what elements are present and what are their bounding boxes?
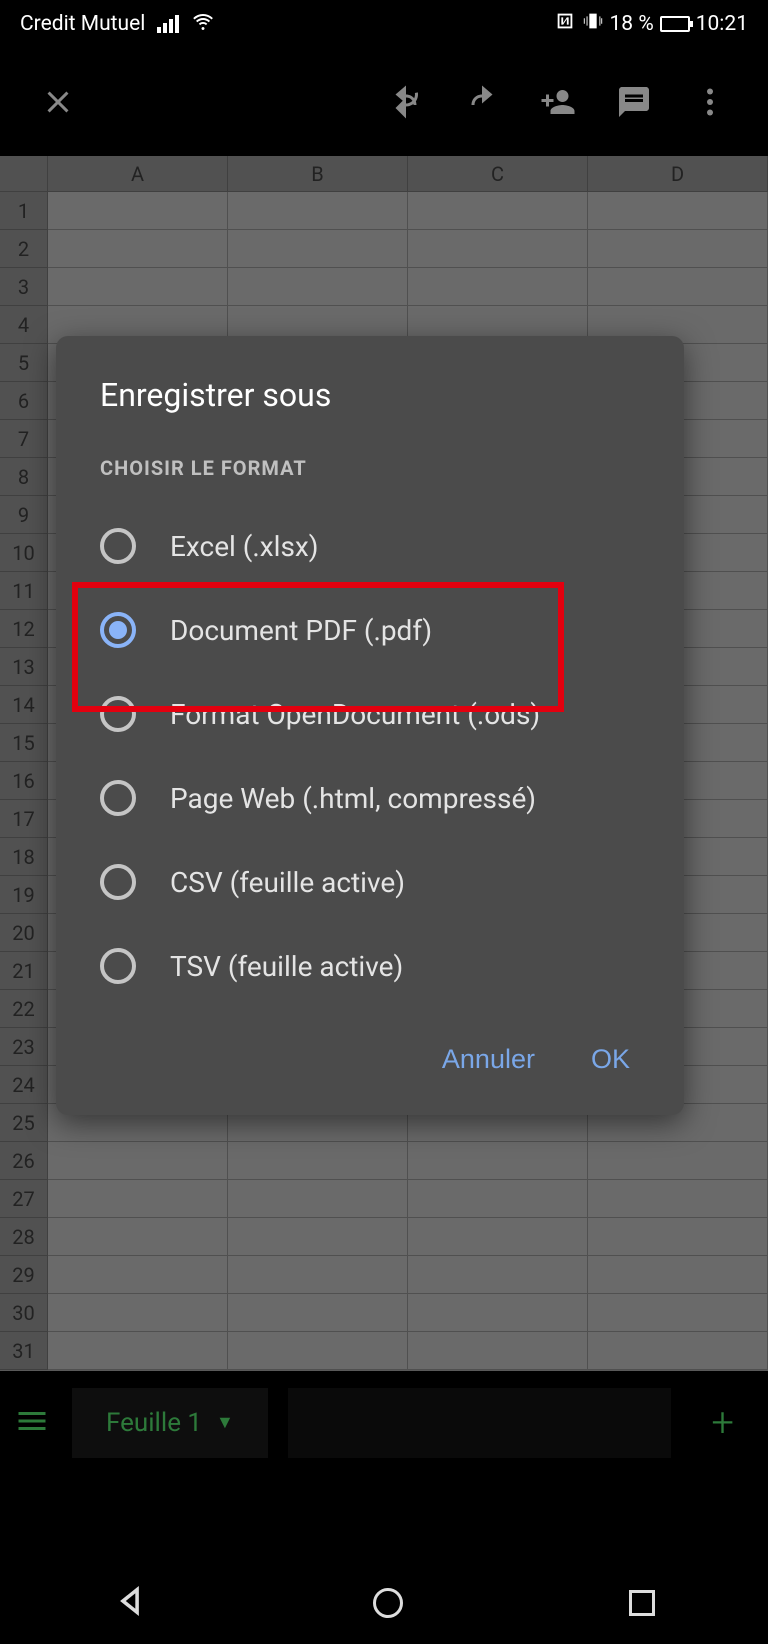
- option-label: Page Web (.html, compressé): [170, 782, 536, 815]
- sheet-tabs-bar: Feuille 1 ▼ +: [0, 1371, 768, 1474]
- radio-icon: [100, 528, 136, 564]
- format-option-csv[interactable]: CSV (feuille active): [56, 840, 684, 924]
- radio-icon: [100, 864, 136, 900]
- option-label: Format OpenDocument (.ods): [170, 698, 540, 731]
- carrier-label: Credit Mutuel: [20, 12, 145, 36]
- comment-button[interactable]: [600, 68, 668, 136]
- option-label: Excel (.xlsx): [170, 530, 319, 563]
- status-bar: Credit Mutuel 18 % 10:21: [0, 0, 768, 48]
- vibrate-icon: [582, 10, 604, 38]
- nav-home-button[interactable]: [373, 1588, 403, 1618]
- signal-icon: [157, 15, 179, 33]
- nfc-icon: [554, 10, 576, 38]
- status-right: 18 % 10:21: [554, 10, 749, 38]
- battery-icon: [660, 16, 690, 32]
- tab-strip: [288, 1388, 672, 1458]
- nav-recent-button[interactable]: [629, 1590, 655, 1616]
- system-nav-bar: [0, 1562, 768, 1644]
- option-label: Document PDF (.pdf): [170, 614, 432, 647]
- undo-button[interactable]: [372, 68, 440, 136]
- format-option-html[interactable]: Page Web (.html, compressé): [56, 756, 684, 840]
- status-left: Credit Mutuel: [20, 9, 215, 39]
- redo-button[interactable]: [448, 68, 516, 136]
- bottom-spacer: [0, 1474, 768, 1562]
- ok-button[interactable]: OK: [591, 1044, 630, 1075]
- wifi-icon: [191, 9, 215, 39]
- more-options-button[interactable]: [676, 68, 744, 136]
- radio-icon: [100, 696, 136, 732]
- close-button[interactable]: [24, 68, 92, 136]
- format-option-pdf[interactable]: Document PDF (.pdf): [56, 588, 684, 672]
- format-option-ods[interactable]: Format OpenDocument (.ods): [56, 672, 684, 756]
- format-option-xlsx[interactable]: Excel (.xlsx): [56, 504, 684, 588]
- radio-icon: [100, 780, 136, 816]
- sheet-tab-label: Feuille 1: [106, 1408, 202, 1438]
- nav-back-button[interactable]: [113, 1584, 147, 1622]
- cancel-button[interactable]: Annuler: [442, 1044, 535, 1075]
- add-person-button[interactable]: [524, 68, 592, 136]
- battery-percent: 18 %: [610, 12, 654, 36]
- save-as-dialog: Enregistrer sous CHOISIR LE FORMAT Excel…: [56, 336, 684, 1115]
- sheets-menu-button[interactable]: [14, 1403, 50, 1443]
- dialog-actions: Annuler OK: [56, 1008, 684, 1085]
- option-label: TSV (feuille active): [170, 950, 403, 983]
- radio-icon: [100, 948, 136, 984]
- clock: 10:21: [696, 12, 748, 36]
- tab-dropdown-icon: ▼: [216, 1412, 234, 1433]
- dialog-section-heading: CHOISIR LE FORMAT: [56, 444, 684, 504]
- active-sheet-tab[interactable]: Feuille 1 ▼: [72, 1388, 268, 1458]
- app-toolbar: [0, 48, 768, 156]
- radio-icon: [100, 612, 136, 648]
- format-option-tsv[interactable]: TSV (feuille active): [56, 924, 684, 1008]
- option-label: CSV (feuille active): [170, 866, 405, 899]
- dialog-title: Enregistrer sous: [56, 376, 684, 444]
- add-sheet-button[interactable]: +: [691, 1399, 754, 1446]
